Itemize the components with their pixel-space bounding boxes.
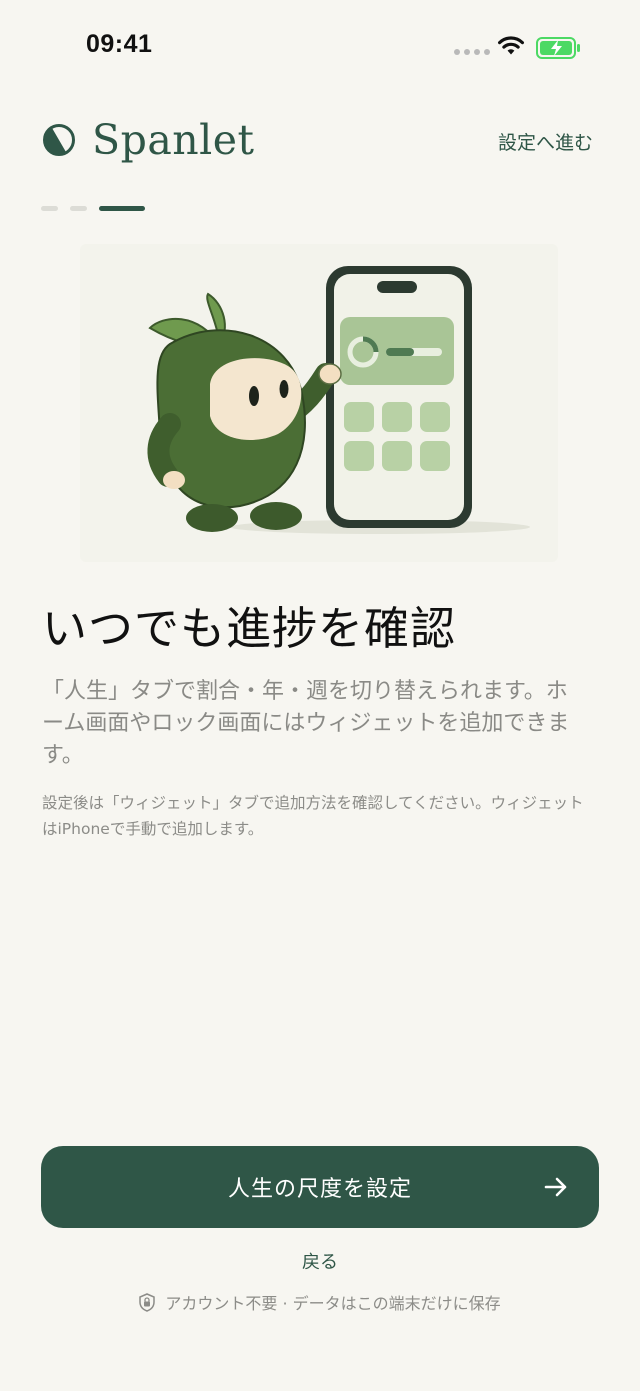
onboarding-progress (41, 206, 145, 211)
progress-step-2 (70, 206, 87, 211)
back-button[interactable]: 戻る (0, 1248, 640, 1274)
page-title: いつでも進捗を確認 (42, 602, 457, 655)
wifi-icon (498, 36, 524, 55)
set-life-scale-button[interactable]: 人生の尺度を設定 (41, 1146, 599, 1228)
brand-name: Spanlet (92, 116, 255, 164)
description: 「人生」タブで割合・年・週を切り替えられます。ホーム画面やロック画面にはウィジェ… (42, 679, 570, 768)
progress-step-1 (41, 206, 58, 211)
privacy-footer: アカウント不要 · データはこの端末だけに保存 (0, 1290, 640, 1314)
note: 設定後は「ウィジェット」タブで追加方法を確認してください。ウィジェットはiPho… (42, 794, 584, 838)
privacy-text: アカウント不要 · データはこの端末だけに保存 (165, 1294, 501, 1313)
progress-step-3 (99, 206, 145, 211)
skip-to-settings-link[interactable]: 設定へ進む (498, 128, 593, 155)
battery-charging-icon (536, 37, 580, 59)
mascot-pointing-at-phone-widget-illustration (80, 244, 558, 562)
set-life-scale-button-label: 人生の尺度を設定 (227, 1177, 412, 1202)
brand: Spanlet (42, 116, 255, 164)
half-circle-logo-icon (43, 124, 75, 156)
lock-shield-icon (139, 1292, 156, 1312)
arrow-right-icon (544, 1177, 567, 1197)
signal-icon (454, 49, 490, 55)
status-time: 09:41 (86, 30, 153, 58)
